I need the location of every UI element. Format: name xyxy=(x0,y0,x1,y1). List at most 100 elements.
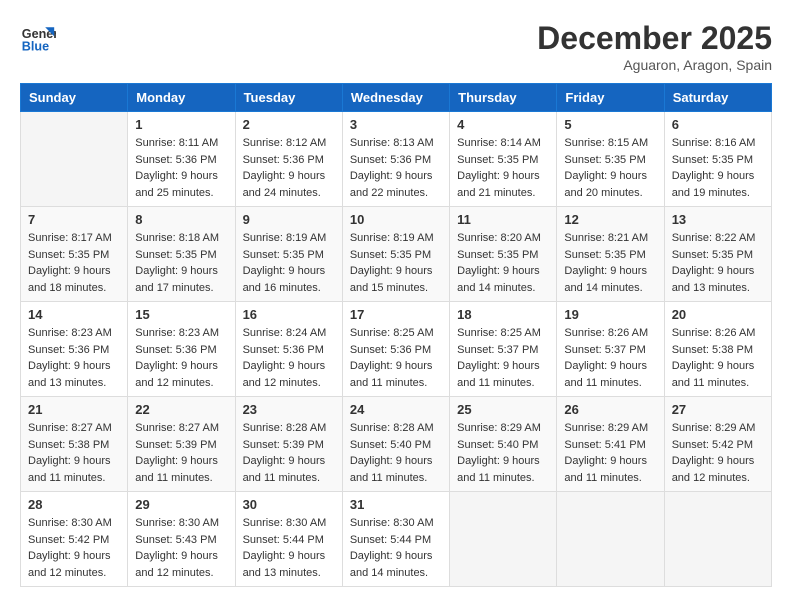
day-info: Sunrise: 8:11 AMSunset: 5:36 PMDaylight:… xyxy=(135,135,227,201)
day-info: Sunrise: 8:29 AMSunset: 5:40 PMDaylight:… xyxy=(457,420,549,486)
month-year-title: December 2025 xyxy=(537,20,772,57)
title-block: December 2025 Aguaron, Aragon, Spain xyxy=(537,20,772,73)
weekday-header-tuesday: Tuesday xyxy=(235,84,342,112)
day-info: Sunrise: 8:16 AMSunset: 5:35 PMDaylight:… xyxy=(672,135,764,201)
calendar-cell: 16 Sunrise: 8:24 AMSunset: 5:36 PMDayligh… xyxy=(235,302,342,397)
calendar-cell: 24 Sunrise: 8:28 AMSunset: 5:40 PMDayligh… xyxy=(342,397,449,492)
calendar-week-row: 14 Sunrise: 8:23 AMSunset: 5:36 PMDayligh… xyxy=(21,302,772,397)
day-number: 1 xyxy=(135,117,227,132)
day-number: 2 xyxy=(243,117,335,132)
day-number: 19 xyxy=(564,307,656,322)
calendar-cell: 4 Sunrise: 8:14 AMSunset: 5:35 PMDaylight… xyxy=(450,112,557,207)
day-number: 23 xyxy=(243,402,335,417)
day-info: Sunrise: 8:19 AMSunset: 5:35 PMDaylight:… xyxy=(243,230,335,296)
calendar-cell: 19 Sunrise: 8:26 AMSunset: 5:37 PMDayligh… xyxy=(557,302,664,397)
svg-text:Blue: Blue xyxy=(22,40,49,54)
day-number: 31 xyxy=(350,497,442,512)
day-number: 5 xyxy=(564,117,656,132)
day-number: 22 xyxy=(135,402,227,417)
calendar-cell: 17 Sunrise: 8:25 AMSunset: 5:36 PMDayligh… xyxy=(342,302,449,397)
day-number: 4 xyxy=(457,117,549,132)
day-info: Sunrise: 8:24 AMSunset: 5:36 PMDaylight:… xyxy=(243,325,335,391)
day-number: 6 xyxy=(672,117,764,132)
day-number: 21 xyxy=(28,402,120,417)
day-number: 17 xyxy=(350,307,442,322)
day-info: Sunrise: 8:28 AMSunset: 5:39 PMDaylight:… xyxy=(243,420,335,486)
calendar-cell: 2 Sunrise: 8:12 AMSunset: 5:36 PMDaylight… xyxy=(235,112,342,207)
calendar-cell: 26Sunrise: 8:29 AMSunset: 5:41 PMDayligh… xyxy=(557,397,664,492)
logo-icon: General Blue xyxy=(20,20,56,56)
day-info: Sunrise: 8:18 AMSunset: 5:35 PMDaylight:… xyxy=(135,230,227,296)
calendar-cell: 9 Sunrise: 8:19 AMSunset: 5:35 PMDaylight… xyxy=(235,207,342,302)
calendar-cell: 21 Sunrise: 8:27 AMSunset: 5:38 PMDayligh… xyxy=(21,397,128,492)
day-number: 8 xyxy=(135,212,227,227)
day-number: 10 xyxy=(350,212,442,227)
weekday-header-thursday: Thursday xyxy=(450,84,557,112)
day-info: Sunrise: 8:30 AMSunset: 5:44 PMDaylight:… xyxy=(350,515,442,581)
day-info: Sunrise: 8:25 AMSunset: 5:36 PMDaylight:… xyxy=(350,325,442,391)
day-info: Sunrise: 8:22 AMSunset: 5:35 PMDaylight:… xyxy=(672,230,764,296)
calendar-cell: 15 Sunrise: 8:23 AMSunset: 5:36 PMDayligh… xyxy=(128,302,235,397)
day-info: Sunrise: 8:23 AMSunset: 5:36 PMDaylight:… xyxy=(135,325,227,391)
day-number: 9 xyxy=(243,212,335,227)
logo: General Blue xyxy=(20,20,56,56)
weekday-header-friday: Friday xyxy=(557,84,664,112)
day-info: Sunrise: 8:26 AMSunset: 5:37 PMDaylight:… xyxy=(564,325,656,391)
day-number: 18 xyxy=(457,307,549,322)
day-info: Sunrise: 8:15 AMSunset: 5:35 PMDaylight:… xyxy=(564,135,656,201)
day-number: 16 xyxy=(243,307,335,322)
calendar-cell: 8 Sunrise: 8:18 AMSunset: 5:35 PMDaylight… xyxy=(128,207,235,302)
day-number: 28 xyxy=(28,497,120,512)
weekday-header-monday: Monday xyxy=(128,84,235,112)
day-number: 27 xyxy=(672,402,764,417)
day-info: Sunrise: 8:27 AMSunset: 5:39 PMDaylight:… xyxy=(135,420,227,486)
day-number: 29 xyxy=(135,497,227,512)
calendar-cell: 13Sunrise: 8:22 AMSunset: 5:35 PMDayligh… xyxy=(664,207,771,302)
weekday-header-sunday: Sunday xyxy=(21,84,128,112)
day-info: Sunrise: 8:12 AMSunset: 5:36 PMDaylight:… xyxy=(243,135,335,201)
day-number: 14 xyxy=(28,307,120,322)
weekday-header-wednesday: Wednesday xyxy=(342,84,449,112)
day-info: Sunrise: 8:30 AMSunset: 5:43 PMDaylight:… xyxy=(135,515,227,581)
calendar-cell: 31 Sunrise: 8:30 AMSunset: 5:44 PMDayligh… xyxy=(342,492,449,587)
day-number: 7 xyxy=(28,212,120,227)
calendar-cell: 20 Sunrise: 8:26 AMSunset: 5:38 PMDayligh… xyxy=(664,302,771,397)
day-info: Sunrise: 8:20 AMSunset: 5:35 PMDaylight:… xyxy=(457,230,549,296)
day-number: 26 xyxy=(564,402,656,417)
calendar-week-row: 28Sunrise: 8:30 AMSunset: 5:42 PMDayligh… xyxy=(21,492,772,587)
day-number: 20 xyxy=(672,307,764,322)
calendar-week-row: 21 Sunrise: 8:27 AMSunset: 5:38 PMDayligh… xyxy=(21,397,772,492)
calendar-cell: 28Sunrise: 8:30 AMSunset: 5:42 PMDayligh… xyxy=(21,492,128,587)
calendar-cell: 14 Sunrise: 8:23 AMSunset: 5:36 PMDayligh… xyxy=(21,302,128,397)
calendar-cell: 6 Sunrise: 8:16 AMSunset: 5:35 PMDaylight… xyxy=(664,112,771,207)
calendar-cell: 7 Sunrise: 8:17 AMSunset: 5:35 PMDaylight… xyxy=(21,207,128,302)
weekday-header-row: SundayMondayTuesdayWednesdayThursdayFrid… xyxy=(21,84,772,112)
day-info: Sunrise: 8:27 AMSunset: 5:38 PMDaylight:… xyxy=(28,420,120,486)
calendar-cell xyxy=(450,492,557,587)
calendar-cell: 5 Sunrise: 8:15 AMSunset: 5:35 PMDaylight… xyxy=(557,112,664,207)
day-info: Sunrise: 8:23 AMSunset: 5:36 PMDaylight:… xyxy=(28,325,120,391)
day-number: 15 xyxy=(135,307,227,322)
calendar-cell: 25 Sunrise: 8:29 AMSunset: 5:40 PMDayligh… xyxy=(450,397,557,492)
day-number: 24 xyxy=(350,402,442,417)
day-number: 30 xyxy=(243,497,335,512)
day-info: Sunrise: 8:14 AMSunset: 5:35 PMDaylight:… xyxy=(457,135,549,201)
calendar-cell: 12 Sunrise: 8:21 AMSunset: 5:35 PMDayligh… xyxy=(557,207,664,302)
day-number: 12 xyxy=(564,212,656,227)
day-info: Sunrise: 8:28 AMSunset: 5:40 PMDaylight:… xyxy=(350,420,442,486)
day-number: 11 xyxy=(457,212,549,227)
day-info: Sunrise: 8:21 AMSunset: 5:35 PMDaylight:… xyxy=(564,230,656,296)
day-number: 25 xyxy=(457,402,549,417)
calendar-cell xyxy=(557,492,664,587)
day-info: Sunrise: 8:26 AMSunset: 5:38 PMDaylight:… xyxy=(672,325,764,391)
calendar-cell: 29 Sunrise: 8:30 AMSunset: 5:43 PMDayligh… xyxy=(128,492,235,587)
calendar-cell: 22 Sunrise: 8:27 AMSunset: 5:39 PMDayligh… xyxy=(128,397,235,492)
day-info: Sunrise: 8:29 AMSunset: 5:42 PMDaylight:… xyxy=(672,420,764,486)
weekday-header-saturday: Saturday xyxy=(664,84,771,112)
calendar-cell: 27 Sunrise: 8:29 AMSunset: 5:42 PMDayligh… xyxy=(664,397,771,492)
day-info: Sunrise: 8:17 AMSunset: 5:35 PMDaylight:… xyxy=(28,230,120,296)
calendar-cell: 18 Sunrise: 8:25 AMSunset: 5:37 PMDayligh… xyxy=(450,302,557,397)
calendar-cell: 3Sunrise: 8:13 AMSunset: 5:36 PMDaylight… xyxy=(342,112,449,207)
calendar-cell xyxy=(21,112,128,207)
day-info: Sunrise: 8:25 AMSunset: 5:37 PMDaylight:… xyxy=(457,325,549,391)
